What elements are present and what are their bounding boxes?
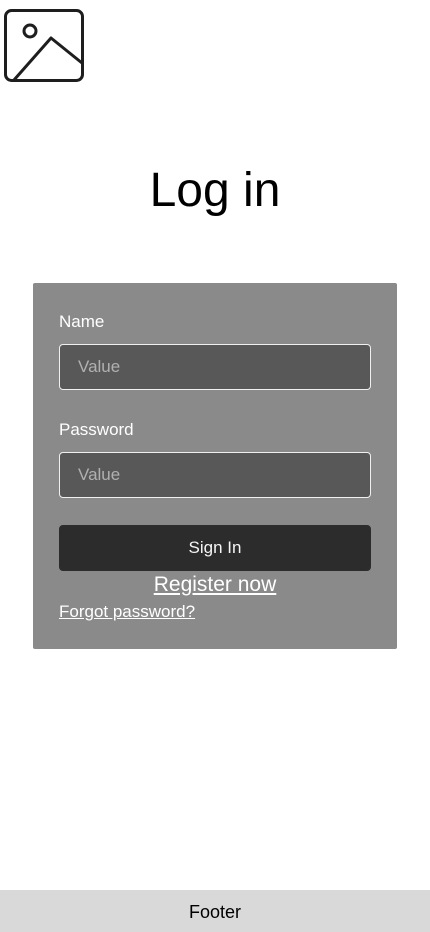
name-label: Name: [59, 312, 105, 331]
password-label: Password: [59, 420, 134, 439]
sign-in-button[interactable]: Sign In: [59, 525, 371, 571]
name-input[interactable]: [59, 344, 371, 390]
image-placeholder-icon: [4, 9, 84, 82]
login-page: Log in Name Password Sign In Register no…: [0, 0, 430, 932]
page-title: Log in: [149, 164, 281, 217]
register-link[interactable]: Register now: [33, 572, 397, 598]
forgot-password-link[interactable]: Forgot password?: [59, 601, 195, 623]
login-form: Name Password Sign In Register now Forgo…: [33, 283, 397, 649]
footer: Footer: [0, 890, 430, 932]
password-input[interactable]: [59, 452, 371, 498]
